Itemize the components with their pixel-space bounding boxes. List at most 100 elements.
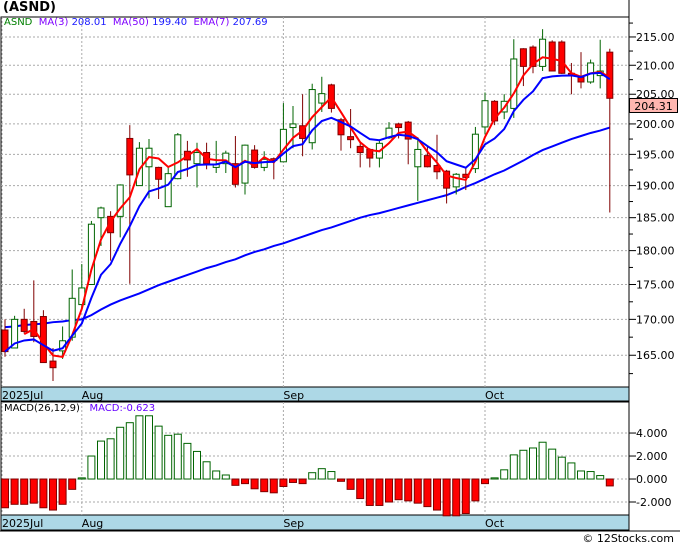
macd-bar <box>212 470 221 480</box>
macd-tick-label: 2.000 <box>636 450 668 463</box>
macd-bar <box>279 478 288 487</box>
macd-bar <box>442 478 451 517</box>
macd-bar <box>135 415 144 480</box>
macd-bar <box>231 478 240 486</box>
price-tick-label: 195.00 <box>636 148 675 161</box>
candle <box>548 40 556 72</box>
price-tick-label: 210.00 <box>636 59 675 72</box>
candle-body <box>452 173 460 188</box>
date-tick-label: 2025Jul <box>2 389 43 402</box>
price-tick-label: 180.00 <box>636 245 675 258</box>
legend-ma3-label: MA(3) <box>38 17 69 28</box>
macd-bar <box>39 478 48 509</box>
macd-bar <box>183 442 192 480</box>
candle-body <box>241 144 249 184</box>
macd-bar <box>125 422 134 480</box>
macd-tick-label: 0.000 <box>636 473 668 486</box>
macd-bar <box>164 434 173 480</box>
macd-bar <box>509 454 518 480</box>
macd-bar <box>385 478 393 503</box>
price-tick-label: 175.00 <box>636 278 675 291</box>
candle-body <box>155 166 163 180</box>
candle-body <box>347 136 355 141</box>
macd-bar <box>173 433 182 480</box>
date-tick-label: Oct <box>485 517 505 530</box>
macd-bar <box>20 478 29 505</box>
candle-body <box>20 318 28 332</box>
macd-bar <box>519 449 528 480</box>
macd-bar <box>557 456 566 480</box>
price-tick-label: 185.00 <box>636 212 675 225</box>
macd-bar <box>29 478 38 504</box>
macd-bar <box>68 478 77 490</box>
macd-bar <box>538 441 547 480</box>
macd-bar <box>461 478 470 515</box>
stock-chart: 215.00210.00205.00200.00195.00190.00185.… <box>0 0 680 532</box>
macd-bar <box>49 478 57 511</box>
macd-bar <box>337 478 345 482</box>
macd-bar <box>548 448 557 480</box>
macd-bar <box>221 474 230 480</box>
macd-bar <box>490 477 499 480</box>
price-tick-label: 190.00 <box>636 180 675 193</box>
macd-bar <box>58 478 67 505</box>
macd-tick-label: 4.000 <box>636 427 668 440</box>
macd-bar <box>586 471 595 480</box>
date-tick-label: Aug <box>82 389 103 402</box>
macd-bar <box>327 471 336 480</box>
date-tick-label: Sep <box>283 517 304 530</box>
macd-bar <box>471 478 480 502</box>
legend-ma50-value: 199.40 <box>152 17 188 28</box>
candle-body <box>481 100 489 128</box>
macd-bar <box>346 478 355 490</box>
price-tick-label: 165.00 <box>636 349 675 362</box>
macd-bar <box>1 478 9 509</box>
macd-bar <box>193 450 201 480</box>
price-legend: ASND MA(3) 208.01 MA(50) 199.40 EMA(7) 2… <box>4 17 268 28</box>
macd-bar <box>10 478 19 505</box>
date-tick-label: Sep <box>283 389 304 402</box>
macd-bar <box>500 469 509 480</box>
macd-bar <box>404 478 413 502</box>
macd-bar <box>250 478 259 490</box>
candle-body <box>126 137 134 176</box>
macd-bar <box>394 478 403 501</box>
date-tick-label: Aug <box>82 517 103 530</box>
candle <box>135 142 143 187</box>
macd-bar <box>145 415 153 480</box>
macd-bar <box>106 438 115 480</box>
candle-body <box>97 207 105 219</box>
date-tick-label: Oct <box>485 389 505 402</box>
candle <box>39 310 47 364</box>
candle-body <box>414 148 422 168</box>
price-tick-label: 170.00 <box>636 313 675 326</box>
candle-body <box>356 145 364 154</box>
candle <box>587 59 595 84</box>
footer-copyright: © 12Stocks.com <box>582 532 674 545</box>
macd-bar <box>260 478 269 493</box>
macd-tick-label: -2.000 <box>636 496 671 509</box>
macd-bar <box>154 425 163 480</box>
candle-body <box>510 58 518 109</box>
macd-bar <box>97 440 105 480</box>
price-tick-label: 215.00 <box>636 31 675 44</box>
legend-ma3-value: 208.01 <box>71 17 107 28</box>
macd-bar <box>365 478 374 506</box>
candle-body <box>318 93 326 104</box>
macd-bar <box>529 447 537 480</box>
candle <box>558 40 566 74</box>
price-tick-label: 200.00 <box>636 118 675 131</box>
macd-bar <box>375 478 384 506</box>
candle-body <box>395 123 403 129</box>
macd-bar <box>77 477 86 480</box>
date-tick-label: 2025Jul <box>2 517 43 530</box>
candle-body <box>558 41 566 74</box>
candle-body <box>1 329 9 353</box>
macd-bar <box>87 455 96 480</box>
macd-legend: MACD(26,12,9) MACD:-0.623 <box>4 403 155 414</box>
macd-bar <box>317 468 326 480</box>
macd-bar <box>567 462 576 480</box>
macd-bar <box>433 478 441 511</box>
candle-body <box>519 48 527 67</box>
macd-bar <box>308 472 317 480</box>
